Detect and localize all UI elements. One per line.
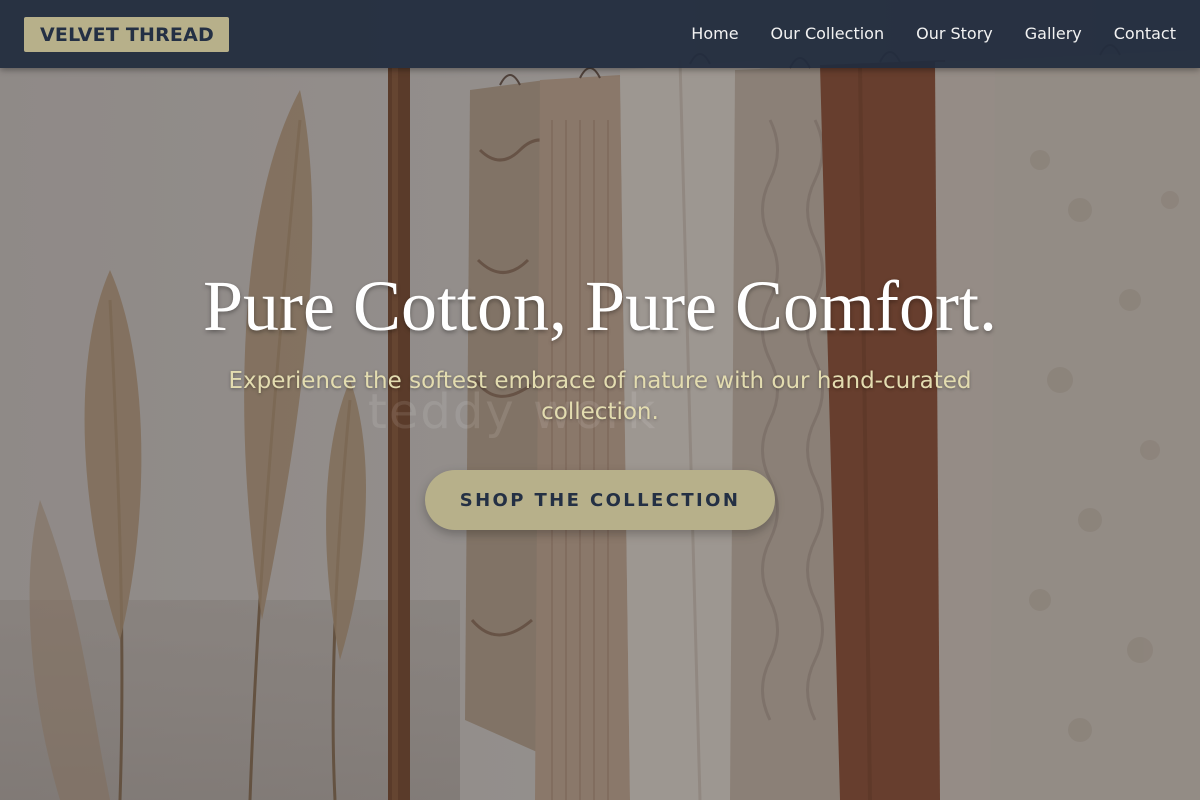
nav-link-home[interactable]: Home [691,24,738,44]
landing-page: VELVET THREAD Home Our Collection Our St… [0,0,1200,800]
nav-link-our-collection[interactable]: Our Collection [771,24,885,44]
hero-title: Pure Cotton, Pure Comfort. [203,266,997,346]
nav-link-contact[interactable]: Contact [1114,24,1176,44]
top-navigation-bar: VELVET THREAD Home Our Collection Our St… [0,0,1200,68]
hero-subtitle: Experience the softest embrace of nature… [228,368,972,425]
nav-link-gallery[interactable]: Gallery [1025,24,1082,44]
brand-logo[interactable]: VELVET THREAD [24,16,229,52]
hero-section: teddy work Pure Cotton, Pure Comfort. Ex… [0,0,1200,800]
shop-collection-button[interactable]: SHOP THE COLLECTION [425,470,775,530]
nav-link-our-story[interactable]: Our Story [916,24,993,44]
nav-links: Home Our Collection Our Story Gallery Co… [691,24,1176,44]
